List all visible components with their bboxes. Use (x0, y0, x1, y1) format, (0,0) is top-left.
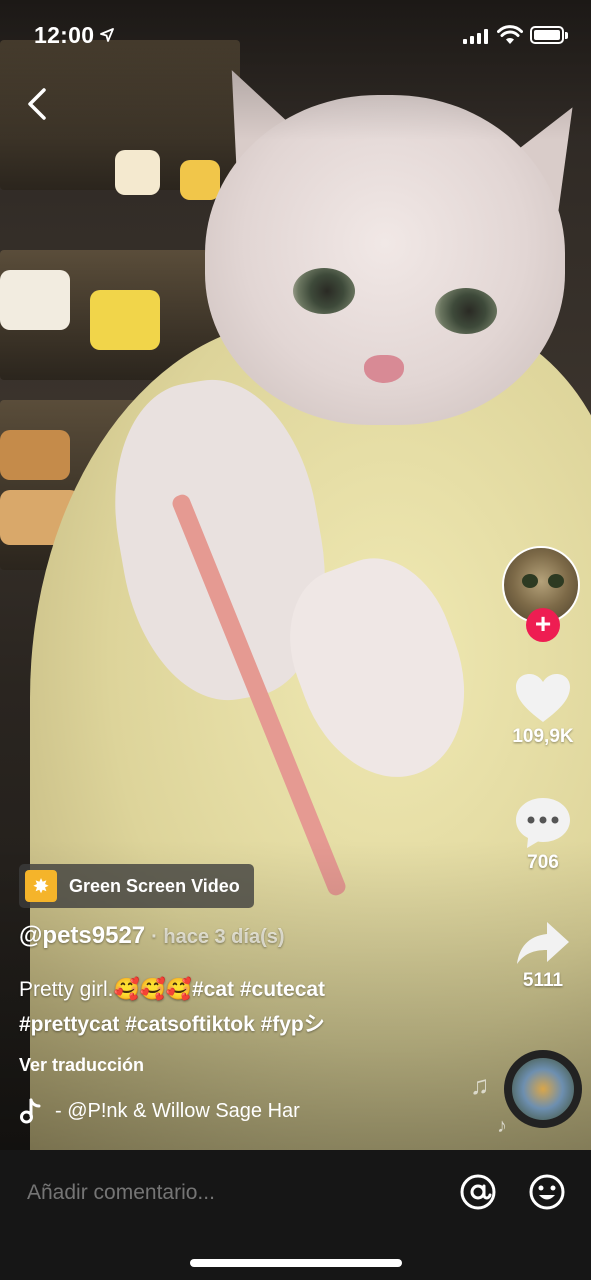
heart-icon (516, 674, 570, 722)
share-count: 5111 (522, 970, 564, 991)
battery-tip (565, 32, 568, 39)
sound-row[interactable]: - @P!nk & Willow Sage Har (19, 1096, 329, 1126)
share-button[interactable]: 5111 (503, 920, 583, 992)
music-note-icon: ♪ (497, 1115, 507, 1137)
post-time: · hace 3 día(s) (151, 926, 285, 948)
caption: Pretty girl.🥰🥰🥰#cat #cutecat #prettycat … (19, 972, 489, 1042)
cat-nose (364, 355, 404, 383)
status-bar: 12:00 (0, 0, 591, 72)
cake (115, 150, 160, 195)
caption-hashtags[interactable]: #prettycat #catsoftiktok #fypシ (19, 1013, 325, 1036)
follow-button[interactable]: + (526, 608, 560, 642)
avatar-cat-eye (522, 574, 538, 588)
like-count: 109,9K (512, 726, 574, 747)
sparkle-icon: ✸ (25, 870, 57, 902)
home-indicator[interactable] (190, 1259, 402, 1267)
cellular-signal-icon (463, 28, 488, 44)
username-row: @pets9527 · hace 3 día(s) (19, 922, 285, 950)
green-screen-label: Green Screen Video (69, 875, 240, 896)
caption-text: Pretty girl.🥰🥰🥰 (19, 978, 192, 1001)
cat-eye (293, 268, 355, 314)
sound-title: - @P!nk & Willow Sage Har (55, 1099, 300, 1122)
mention-at-icon[interactable] (459, 1173, 497, 1211)
green-screen-chip[interactable]: ✸ Green Screen Video (19, 864, 254, 908)
avatar-cat-eye (548, 574, 564, 588)
sandwich (0, 430, 70, 480)
cake (90, 290, 160, 350)
cake (180, 160, 220, 200)
see-translation-link[interactable]: Ver traducción (19, 1055, 144, 1076)
battery-icon (530, 26, 564, 44)
back-arrow-icon[interactable] (22, 84, 58, 124)
caption-hashtags[interactable]: #cat #cutecat (192, 978, 325, 1001)
music-note-icon: ♫ (470, 1070, 490, 1100)
cat-eye (435, 288, 497, 334)
username[interactable]: @pets9527 (19, 922, 145, 949)
comment-input[interactable] (27, 1178, 427, 1208)
comment-button[interactable]: 706 (503, 796, 583, 874)
wifi-icon (497, 25, 523, 44)
comment-bubble-icon (516, 798, 570, 848)
sound-disc[interactable] (504, 1050, 582, 1128)
like-button[interactable]: 109,9K (503, 672, 583, 748)
comment-count: 706 (527, 852, 559, 873)
emoji-face-icon[interactable] (528, 1173, 566, 1211)
music-note-icon (20, 1098, 41, 1124)
cake (0, 270, 70, 330)
location-arrow-icon (100, 28, 114, 42)
status-time: 12:00 (34, 22, 95, 48)
share-arrow-icon (517, 922, 569, 964)
